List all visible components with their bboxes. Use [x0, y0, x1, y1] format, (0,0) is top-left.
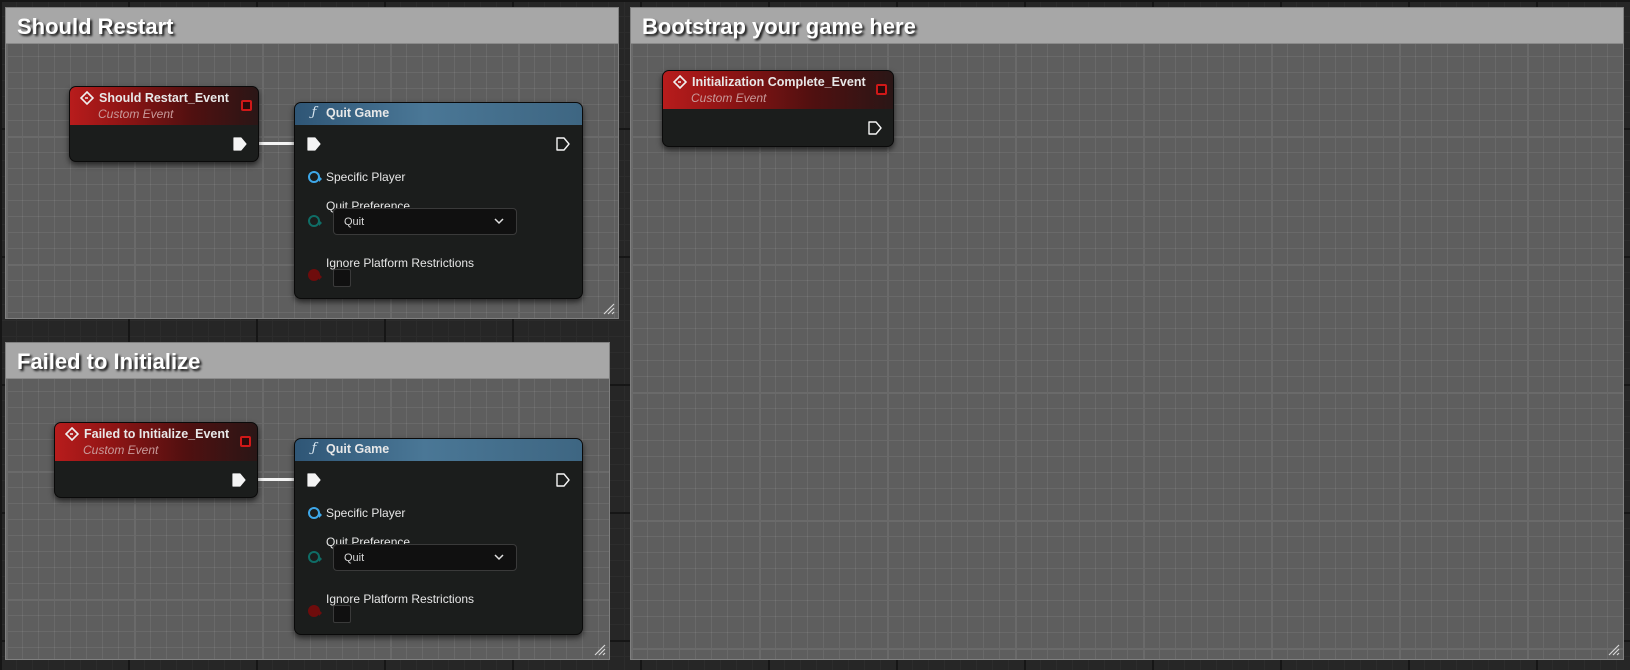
ignore-platform-restrictions-pin[interactable]: Ignore Platform Restrictions	[308, 256, 474, 270]
custom-event-node-failed-to-initialize[interactable]: Failed to Initialize_Event Custom Event	[54, 422, 258, 498]
custom-event-node-should-restart[interactable]: Should Restart_Event Custom Event	[69, 86, 259, 162]
ignore-platform-restrictions-checkbox[interactable]	[333, 605, 351, 623]
pin-label: Ignore Platform Restrictions	[326, 592, 475, 606]
chevron-down-icon	[494, 554, 504, 561]
comment-title: Failed to Initialize	[17, 349, 201, 374]
node-header[interactable]: ƒ Quit Game	[295, 439, 582, 461]
delegate-square-icon[interactable]	[241, 100, 252, 111]
event-diamond-icon	[65, 427, 79, 441]
resize-grip-icon[interactable]	[594, 644, 606, 656]
node-title: Failed to Initialize_Event	[84, 427, 230, 441]
bool-pin-icon[interactable]	[308, 269, 322, 281]
node-title: Should Restart_Event	[99, 91, 229, 105]
specific-player-pin[interactable]: Specific Player	[308, 506, 405, 520]
event-diamond-icon	[80, 91, 94, 105]
node-header[interactable]: Should Restart_Event Custom Event	[70, 87, 258, 125]
node-header[interactable]: ƒ Quit Game	[295, 103, 582, 125]
resize-grip-icon[interactable]	[603, 303, 615, 315]
comment-header[interactable]: Failed to Initialize	[6, 343, 609, 379]
exec-in-pin-icon[interactable]	[307, 473, 321, 487]
enum-pin-icon[interactable]	[308, 215, 322, 227]
quit-preference-dropdown[interactable]: Quit	[333, 544, 517, 571]
pin-label: Specific Player	[326, 170, 406, 184]
function-f-icon: ƒ	[311, 441, 317, 456]
dropdown-value: Quit	[344, 216, 365, 228]
node-subtitle: Custom Event	[691, 91, 767, 105]
comment-title: Should Restart	[17, 14, 174, 39]
ignore-platform-restrictions-checkbox[interactable]	[333, 269, 351, 287]
exec-in-pin-icon[interactable]	[307, 137, 321, 151]
exec-out-pin-icon[interactable]	[556, 473, 570, 487]
delegate-square-icon[interactable]	[240, 436, 251, 447]
specific-player-pin[interactable]: Specific Player	[308, 170, 405, 184]
node-subtitle: Custom Event	[83, 443, 159, 457]
chevron-down-icon	[494, 218, 504, 225]
exec-out-pin-icon[interactable]	[556, 137, 570, 151]
function-f-icon: ƒ	[311, 105, 317, 120]
custom-event-node-initialization-complete[interactable]: Initialization Complete_Event Custom Eve…	[662, 70, 894, 147]
ignore-platform-restrictions-pin[interactable]: Ignore Platform Restrictions	[308, 592, 474, 606]
exec-out-pin-icon[interactable]	[233, 137, 247, 151]
enum-pin-icon[interactable]	[308, 551, 322, 563]
function-node-quit-game[interactable]: ƒ Quit Game Specific Player Quit Prefere…	[294, 102, 583, 299]
object-pin-icon[interactable]	[308, 171, 322, 183]
quit-preference-dropdown[interactable]: Quit	[333, 208, 517, 235]
resize-grip-icon[interactable]	[1608, 644, 1620, 656]
bool-pin-icon[interactable]	[308, 605, 322, 617]
comment-title: Bootstrap your game here	[642, 14, 916, 39]
node-title: Quit Game	[326, 442, 390, 456]
dropdown-value: Quit	[344, 552, 365, 564]
comment-header[interactable]: Should Restart	[6, 8, 618, 44]
pin-label: Specific Player	[326, 506, 406, 520]
node-title: Initialization Complete_Event	[692, 75, 866, 89]
exec-out-pin-icon[interactable]	[232, 473, 246, 487]
node-header[interactable]: Initialization Complete_Event Custom Eve…	[663, 71, 893, 109]
node-title: Quit Game	[326, 106, 390, 120]
event-diamond-icon	[673, 75, 687, 89]
node-header[interactable]: Failed to Initialize_Event Custom Event	[55, 423, 257, 461]
object-pin-icon[interactable]	[308, 507, 322, 519]
pin-label: Ignore Platform Restrictions	[326, 256, 475, 270]
comment-header[interactable]: Bootstrap your game here	[631, 8, 1623, 44]
delegate-square-icon[interactable]	[876, 84, 887, 95]
node-subtitle: Custom Event	[98, 107, 174, 121]
function-node-quit-game[interactable]: ƒ Quit Game Specific Player Quit Prefere…	[294, 438, 583, 635]
exec-out-pin-icon[interactable]	[868, 121, 882, 135]
